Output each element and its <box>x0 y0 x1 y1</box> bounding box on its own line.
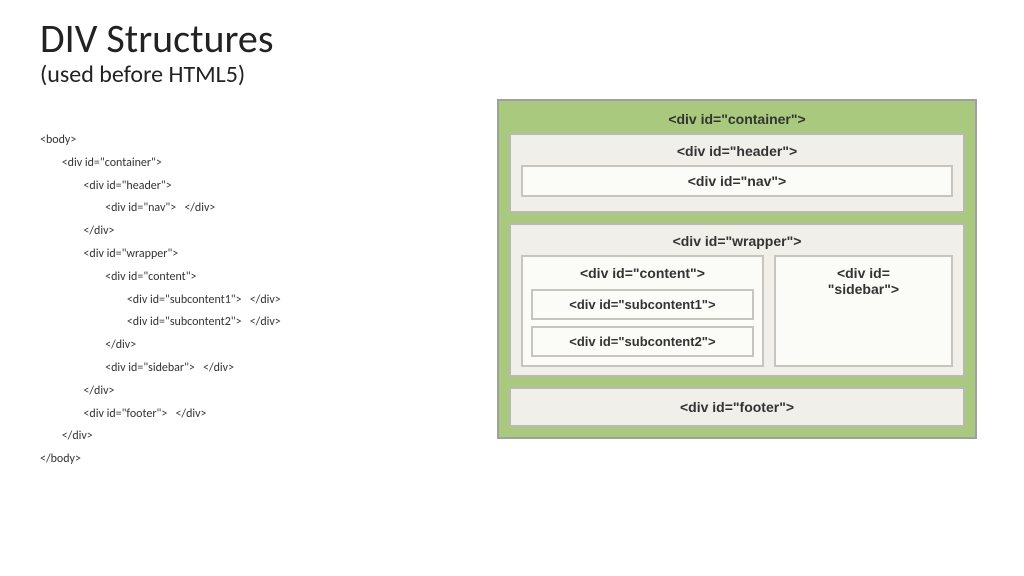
sidebar-box: <div id= "sidebar"> <box>774 255 953 367</box>
code-line: </body> <box>40 448 470 471</box>
content-row: <body> <div id="container"> <div id="hea… <box>40 99 984 576</box>
subcontent2-box: <div id="subcontent2"> <box>531 326 754 357</box>
code-line: <div id="subcontent1"> </div> <box>40 289 470 312</box>
code-line: </div> <box>40 380 470 403</box>
footer-box: <div id="footer"> <box>509 387 965 427</box>
diagram-column: <div id="container"> <div id="header"> <… <box>490 99 984 576</box>
code-line: </div> <box>40 425 470 448</box>
wrapper-row: <div id="content"> <div id="subcontent1"… <box>521 255 953 367</box>
code-line: <div id="content"> <box>40 266 470 289</box>
sidebar-label-line2: "sidebar"> <box>784 281 943 297</box>
slide: DIV Structures (used before HTML5) <body… <box>0 0 1024 576</box>
slide-subtitle: (used before HTML5) <box>40 60 984 89</box>
content-box: <div id="content"> <div id="subcontent1"… <box>521 255 764 367</box>
code-line: </div> <box>40 220 470 243</box>
code-line: <div id="footer"> </div> <box>40 403 470 426</box>
header-label: <div id="header"> <box>521 143 953 159</box>
code-line: <div id="sidebar"> </div> <box>40 357 470 380</box>
header-box: <div id="header"> <div id="nav"> <box>509 133 965 213</box>
wrapper-label: <div id="wrapper"> <box>521 233 953 249</box>
code-line: <div id="header"> <box>40 175 470 198</box>
code-line: <body> <box>40 129 470 152</box>
wrapper-box: <div id="wrapper"> <div id="content"> <d… <box>509 223 965 377</box>
title-block: DIV Structures (used before HTML5) <box>40 18 984 89</box>
diagram-container: <div id="container"> <div id="header"> <… <box>497 99 977 439</box>
slide-title: DIV Structures <box>40 18 984 60</box>
code-line: <div id="subcontent2"> </div> <box>40 311 470 334</box>
code-line: <div id="container"> <box>40 152 470 175</box>
sidebar-label-line1: <div id= <box>784 265 943 281</box>
nav-box: <div id="nav"> <box>521 165 953 197</box>
code-line: <div id="nav"> </div> <box>40 197 470 220</box>
content-label: <div id="content"> <box>531 265 754 281</box>
container-label: <div id="container"> <box>509 111 965 127</box>
code-line: </div> <box>40 334 470 357</box>
code-column: <body> <div id="container"> <div id="hea… <box>40 99 470 576</box>
subcontent1-box: <div id="subcontent1"> <box>531 289 754 320</box>
code-line: <div id="wrapper"> <box>40 243 470 266</box>
